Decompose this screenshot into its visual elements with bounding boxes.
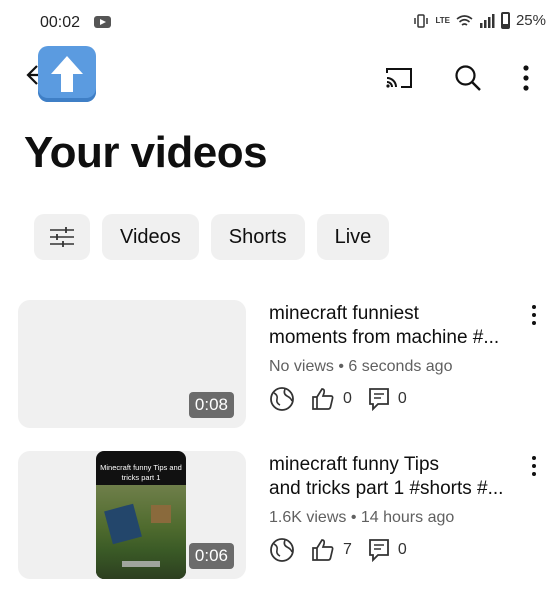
comment-count: 0 [397,390,407,407]
video-title[interactable]: minecraft funny Tips and tricks part 1 #… [269,453,519,501]
search-icon[interactable] [454,64,482,92]
video-title-line: minecraft funniest [269,303,419,324]
video-thumbnail[interactable]: 0:08 [18,300,246,428]
comment-icon [369,539,389,562]
lte-indicator: LTE [435,15,450,25]
thumbnail-caption: Minecraft funny Tips and tricks part 1 [100,463,182,482]
status-time: 00:02 [40,14,81,31]
vibrate-icon [414,13,429,28]
more-options-icon[interactable] [522,64,530,92]
youtube-notification-icon [94,16,111,28]
video-list-item[interactable]: Minecraft funny Tips and tricks part 1 0… [0,451,560,591]
video-more-icon[interactable] [530,304,538,326]
video-duration: 0:08 [188,392,234,418]
video-stats: 7 0 [269,537,423,563]
chip-shorts[interactable]: Shorts [210,214,305,260]
like-count: 7 [343,541,352,558]
sliders-icon [50,227,74,247]
status-bar: 00:02 LTE 25% [0,0,560,44]
signal-icon [479,13,495,28]
up-arrow-emoji-icon [38,46,96,102]
video-duration: 0:06 [188,543,234,569]
cast-icon[interactable] [384,66,414,90]
chip-videos[interactable]: Videos [102,214,199,260]
top-app-bar [0,44,560,108]
video-list-item[interactable]: 0:08 minecraft funniest moments from mac… [0,300,560,440]
globe-public-icon [270,538,294,562]
video-title-line: and tricks part 1 #shorts #... [269,478,504,499]
game-scene [96,485,186,579]
system-icons: LTE 25% [413,12,546,29]
page-title: Your videos [24,128,268,177]
filter-settings-chip[interactable] [34,214,90,260]
globe-public-icon [270,387,294,411]
video-stats: 0 0 [269,386,423,412]
wifi-icon [456,14,473,26]
video-meta: No views • 6 seconds ago [269,358,453,375]
filter-chips: Videos Shorts Live [34,214,390,260]
battery-icon [500,12,510,29]
like-icon [312,388,334,410]
video-meta: 1.6K views • 14 hours ago [269,509,455,526]
video-title-line: moments from machine #... [269,327,500,348]
like-count: 0 [343,390,352,407]
video-title-line: minecraft funny Tips [269,454,440,475]
chip-live[interactable]: Live [316,214,390,260]
video-title[interactable]: minecraft funniest moments from machine … [269,302,519,350]
like-icon [312,539,334,561]
comment-count: 0 [397,541,407,558]
battery-percent: 25% [515,12,546,29]
video-more-icon[interactable] [530,455,538,477]
comment-icon [369,388,389,411]
